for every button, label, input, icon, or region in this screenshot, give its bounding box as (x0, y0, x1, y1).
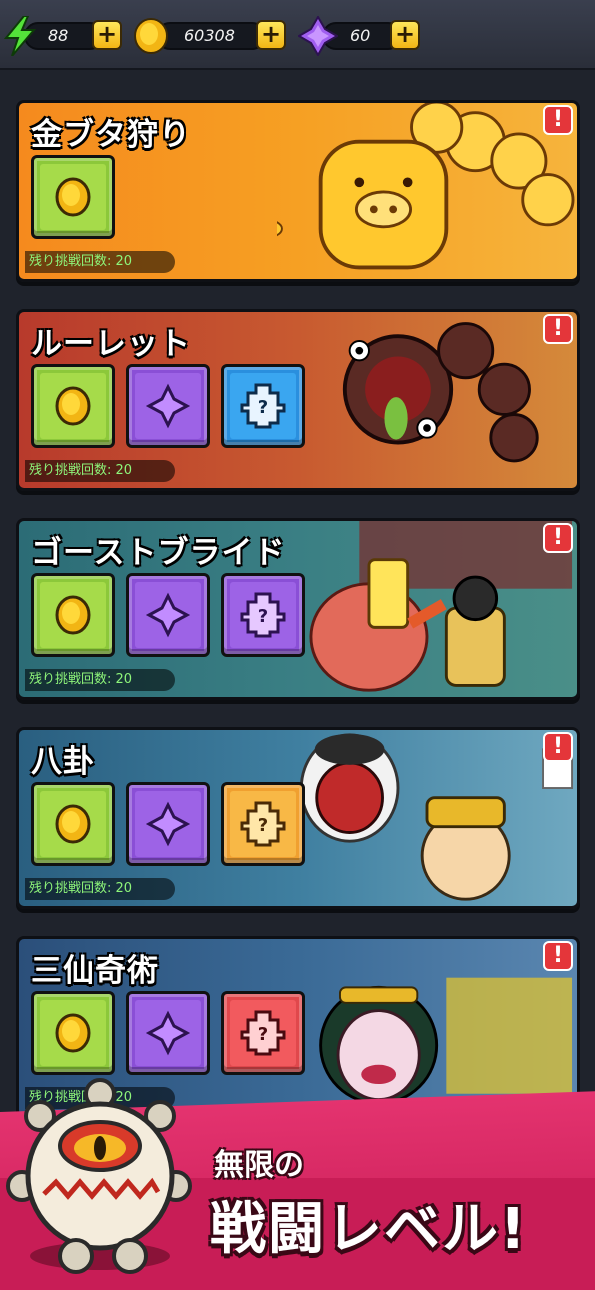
remaining-attempts: 残り挑戦回数: 20 (25, 460, 175, 482)
reward-purple-gem[interactable] (126, 991, 210, 1075)
reward-gold-coin[interactable] (31, 573, 115, 657)
alert-badge[interactable]: ! (543, 105, 573, 135)
gold-resource: 60308 + (132, 16, 292, 56)
mode-title: 金ブタ狩り (31, 117, 191, 153)
gold-coin-icon (55, 386, 91, 426)
mystery-gear-icon: ? (240, 383, 286, 429)
alert-badge[interactable]: ! (543, 941, 573, 971)
gem-resource: 60 + (298, 16, 428, 56)
reward-random-part[interactable]: ? (221, 573, 305, 657)
reward-gold-coin[interactable] (31, 782, 115, 866)
reward-gold-coin[interactable] (31, 364, 115, 448)
reward-random-part[interactable]: ? (221, 364, 305, 448)
remaining-attempts: 残り挑戦回数: 20 (25, 251, 175, 273)
reward-purple-gem[interactable] (126, 364, 210, 448)
resource-bar: 88 + 60308 + 60 + (0, 0, 595, 70)
purple-gem-icon (298, 16, 338, 56)
remaining-attempts: 残り挑戦回数: 20 (25, 878, 175, 900)
alert-badge[interactable]: ! (543, 523, 573, 553)
mode-title: 三仙奇術 (31, 953, 159, 989)
mystery-gear-icon: ? (240, 592, 286, 638)
mode-title: 八卦 (31, 744, 95, 780)
gold-value: 60308 (184, 26, 235, 45)
purple-gem-icon (145, 1010, 191, 1056)
energy-value: 88 (48, 26, 69, 45)
reward-random-part[interactable]: ? (221, 782, 305, 866)
svg-text:?: ? (258, 606, 268, 627)
mode-title: ゴーストブライド (31, 535, 286, 571)
gold-coin-icon (55, 804, 91, 844)
svg-text:?: ? (258, 1024, 268, 1045)
ghost-bride-art (309, 521, 573, 692)
gem-value: 60 (350, 26, 371, 45)
purple-gem-icon (145, 801, 191, 847)
reward-gold-coin[interactable] (31, 155, 115, 239)
worm-monster-art (342, 322, 539, 463)
banner-subtitle: 無限の (214, 1148, 304, 1183)
purple-gem-icon (145, 383, 191, 429)
gold-coin-icon (55, 1013, 91, 1053)
gold-coin-icon (134, 18, 168, 54)
mode-card-gold-pig[interactable]: 金ブタ狩り ! 残り挑戦回数: 20 (16, 100, 580, 282)
mode-card-bagua[interactable]: 八卦 ! ? 残り挑戦回数: 20 (16, 727, 580, 909)
medusa-art (319, 977, 573, 1105)
mascot-character (6, 1078, 192, 1274)
reward-purple-gem[interactable] (126, 782, 210, 866)
mode-title: ルーレット (31, 326, 191, 362)
bagua-characters-art (299, 733, 574, 901)
add-gem-button[interactable]: + (390, 20, 420, 50)
gold-coin-icon (55, 595, 91, 635)
mode-card-ghost-bride[interactable]: ゴーストブライド ! ? 残り挑戦回数: 20 (16, 518, 580, 700)
mystery-gear-icon: ? (240, 801, 286, 847)
lightning-icon (3, 16, 37, 56)
mystery-gear-icon: ? (240, 1010, 286, 1056)
purple-gem-icon (145, 592, 191, 638)
gold-pig-art (277, 103, 575, 270)
gold-coin-icon (55, 177, 91, 217)
remaining-attempts: 残り挑戦回数: 20 (25, 669, 175, 691)
reward-purple-gem[interactable] (126, 573, 210, 657)
banner-title: 戦闘レベル! (210, 1197, 528, 1262)
svg-text:?: ? (258, 815, 268, 836)
add-energy-button[interactable]: + (92, 20, 122, 50)
add-gold-button[interactable]: + (256, 20, 286, 50)
svg-text:?: ? (258, 397, 268, 418)
reward-gold-coin[interactable] (31, 991, 115, 1075)
energy-resource: 88 + (0, 16, 130, 56)
alert-badge[interactable]: ! (543, 732, 573, 762)
mode-card-roulette[interactable]: ルーレット ! ? 残り挑戦回数: 20 (16, 309, 580, 491)
reward-random-part[interactable]: ? (221, 991, 305, 1075)
alert-badge[interactable]: ! (543, 314, 573, 344)
